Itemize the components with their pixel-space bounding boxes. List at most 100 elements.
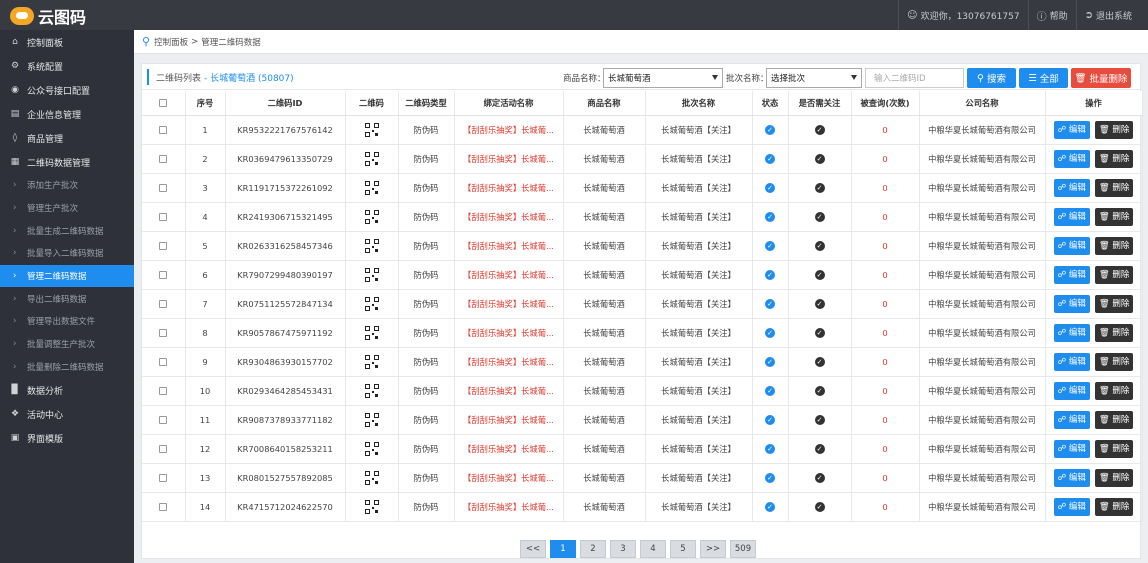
sidebar-subitem[interactable]: › 管理二维码数据 — [0, 264, 134, 288]
edit-button[interactable]: ☍ 编辑 — [1053, 120, 1090, 139]
sidebar-subitem[interactable]: › 批量生成二维码数据 — [0, 219, 134, 242]
delete-button[interactable]: 🗑 删除 — [1094, 207, 1134, 226]
delete-button[interactable]: 🗑 删除 — [1094, 468, 1134, 487]
qrcode-icon[interactable] — [364, 238, 379, 253]
row-checkbox[interactable] — [159, 416, 168, 424]
qrcode-icon[interactable] — [364, 151, 379, 166]
edit-button[interactable]: ☍ 编辑 — [1053, 439, 1090, 458]
qrcode-icon[interactable] — [364, 296, 379, 311]
select-all-header[interactable] — [142, 91, 186, 116]
edit-button[interactable]: ☍ 编辑 — [1053, 207, 1090, 226]
sidebar-item[interactable]: ▉ 数据分析 — [0, 378, 134, 402]
breadcrumb-root[interactable]: 控制面板 — [154, 36, 188, 48]
edit-button[interactable]: ☍ 编辑 — [1053, 149, 1090, 168]
batch-select[interactable]: 选择批次 — [766, 68, 862, 88]
sidebar-subitem[interactable]: › 添加生产批次 — [0, 174, 134, 197]
row-checkbox[interactable] — [159, 155, 168, 163]
qrcode-search-input[interactable]: 输入二维码ID — [865, 68, 964, 88]
sidebar-subitem[interactable]: › 管理生产批次 — [0, 197, 134, 220]
sidebar-item[interactable]: ▦ 二维码数据管理 — [0, 150, 134, 174]
page-button[interactable]: 4 — [640, 540, 666, 558]
row-checkbox[interactable] — [159, 503, 168, 511]
activity-name[interactable]: 【刮刮乐抽奖】长城葡... — [454, 173, 564, 203]
row-checkbox[interactable] — [159, 358, 168, 366]
row-checkbox[interactable] — [159, 126, 168, 134]
edit-button[interactable]: ☍ 编辑 — [1053, 468, 1090, 487]
page-button[interactable]: 5 — [670, 540, 696, 558]
activity-name[interactable]: 【刮刮乐抽奖】长城葡... — [454, 405, 564, 435]
edit-button[interactable]: ☍ 编辑 — [1053, 352, 1090, 371]
edit-button[interactable]: ☍ 编辑 — [1053, 265, 1090, 284]
qrcode-icon[interactable] — [364, 412, 379, 427]
page-button[interactable]: 2 — [580, 540, 606, 558]
help-link[interactable]: ⓘ 帮助 — [1027, 0, 1076, 30]
qrcode-icon[interactable] — [364, 354, 379, 369]
activity-name[interactable]: 【刮刮乐抽奖】长城葡... — [454, 318, 564, 348]
page-next-button[interactable]: >> — [700, 540, 726, 558]
activity-name[interactable]: 【刮刮乐抽奖】长城葡... — [454, 376, 564, 406]
all-button[interactable]: ☰ 全部 — [1019, 68, 1068, 88]
activity-name[interactable]: 【刮刮乐抽奖】长城葡... — [454, 434, 564, 464]
sidebar-subitem[interactable]: › 批量删除二维码数据 — [0, 356, 134, 379]
row-checkbox[interactable] — [159, 445, 168, 453]
qrcode-icon[interactable] — [364, 209, 379, 224]
page-last-button[interactable]: 509 — [730, 540, 756, 558]
activity-name[interactable]: 【刮刮乐抽奖】长城葡... — [454, 260, 564, 290]
delete-button[interactable]: 🗑 删除 — [1094, 236, 1134, 255]
edit-button[interactable]: ☍ 编辑 — [1053, 381, 1090, 400]
edit-button[interactable]: ☍ 编辑 — [1053, 497, 1090, 516]
delete-button[interactable]: 🗑 删除 — [1094, 120, 1134, 139]
delete-button[interactable]: 🗑 删除 — [1094, 497, 1134, 516]
row-checkbox[interactable] — [159, 213, 168, 221]
sidebar-subitem[interactable]: › 管理导出数据文件 — [0, 310, 134, 333]
sidebar-item[interactable]: ◉ 公众号接口配置 — [0, 78, 134, 102]
welcome-user[interactable]: ☺ 欢迎你，13076761757 — [898, 0, 1027, 30]
edit-button[interactable]: ☍ 编辑 — [1053, 294, 1090, 313]
row-checkbox[interactable] — [159, 242, 168, 250]
row-checkbox[interactable] — [159, 387, 168, 395]
batch-delete-button[interactable]: 🗑 批量删除 — [1071, 68, 1131, 88]
row-checkbox[interactable] — [159, 271, 168, 279]
activity-name[interactable]: 【刮刮乐抽奖】长城葡... — [454, 347, 564, 377]
sidebar-subitem[interactable]: › 批量导入二维码数据 — [0, 242, 134, 265]
sidebar-item[interactable]: ◊ 商品管理 — [0, 126, 134, 150]
activity-name[interactable]: 【刮刮乐抽奖】长城葡... — [454, 463, 564, 493]
qrcode-icon[interactable] — [364, 441, 379, 456]
qrcode-icon[interactable] — [364, 325, 379, 340]
delete-button[interactable]: 🗑 删除 — [1094, 352, 1134, 371]
qrcode-icon[interactable] — [364, 383, 379, 398]
sidebar-item[interactable]: ⚙ 系统配置 — [0, 54, 134, 78]
delete-button[interactable]: 🗑 删除 — [1094, 149, 1134, 168]
product-select[interactable]: 长城葡萄酒 — [603, 68, 723, 88]
sidebar-subitem[interactable]: › 批量调整生产批次 — [0, 333, 134, 356]
page-button[interactable]: 1 — [550, 540, 576, 558]
search-button[interactable]: ⚲ 搜索 — [967, 68, 1016, 88]
qrcode-icon[interactable] — [364, 267, 379, 282]
sidebar-item[interactable]: ❖ 活动中心 — [0, 402, 134, 426]
delete-button[interactable]: 🗑 删除 — [1094, 381, 1134, 400]
row-checkbox[interactable] — [159, 474, 168, 482]
edit-button[interactable]: ☍ 编辑 — [1053, 323, 1090, 342]
qrcode-icon[interactable] — [364, 499, 379, 514]
edit-button[interactable]: ☍ 编辑 — [1053, 410, 1090, 429]
delete-button[interactable]: 🗑 删除 — [1094, 410, 1134, 429]
activity-name[interactable]: 【刮刮乐抽奖】长城葡... — [454, 115, 564, 145]
row-checkbox[interactable] — [159, 184, 168, 192]
row-checkbox[interactable] — [159, 300, 168, 308]
sidebar-subitem[interactable]: › 导出二维码数据 — [0, 287, 134, 310]
qrcode-icon[interactable] — [364, 180, 379, 195]
qrcode-icon[interactable] — [364, 122, 379, 137]
delete-button[interactable]: 🗑 删除 — [1094, 439, 1134, 458]
page-prev-button[interactable]: << — [520, 540, 546, 558]
delete-button[interactable]: 🗑 删除 — [1094, 265, 1134, 284]
sidebar-item[interactable]: ⌂ 控制面板 — [0, 30, 134, 54]
delete-button[interactable]: 🗑 删除 — [1094, 294, 1134, 313]
activity-name[interactable]: 【刮刮乐抽奖】长城葡... — [454, 231, 564, 261]
delete-button[interactable]: 🗑 删除 — [1094, 178, 1134, 197]
delete-button[interactable]: 🗑 删除 — [1094, 323, 1134, 342]
sidebar-item[interactable]: ▣ 界面模版 — [0, 426, 134, 450]
edit-button[interactable]: ☍ 编辑 — [1053, 178, 1090, 197]
logo[interactable]: 云图码 — [10, 5, 86, 27]
activity-name[interactable]: 【刮刮乐抽奖】长城葡... — [454, 202, 564, 232]
sidebar-item[interactable]: ▤ 企业信息管理 — [0, 102, 134, 126]
